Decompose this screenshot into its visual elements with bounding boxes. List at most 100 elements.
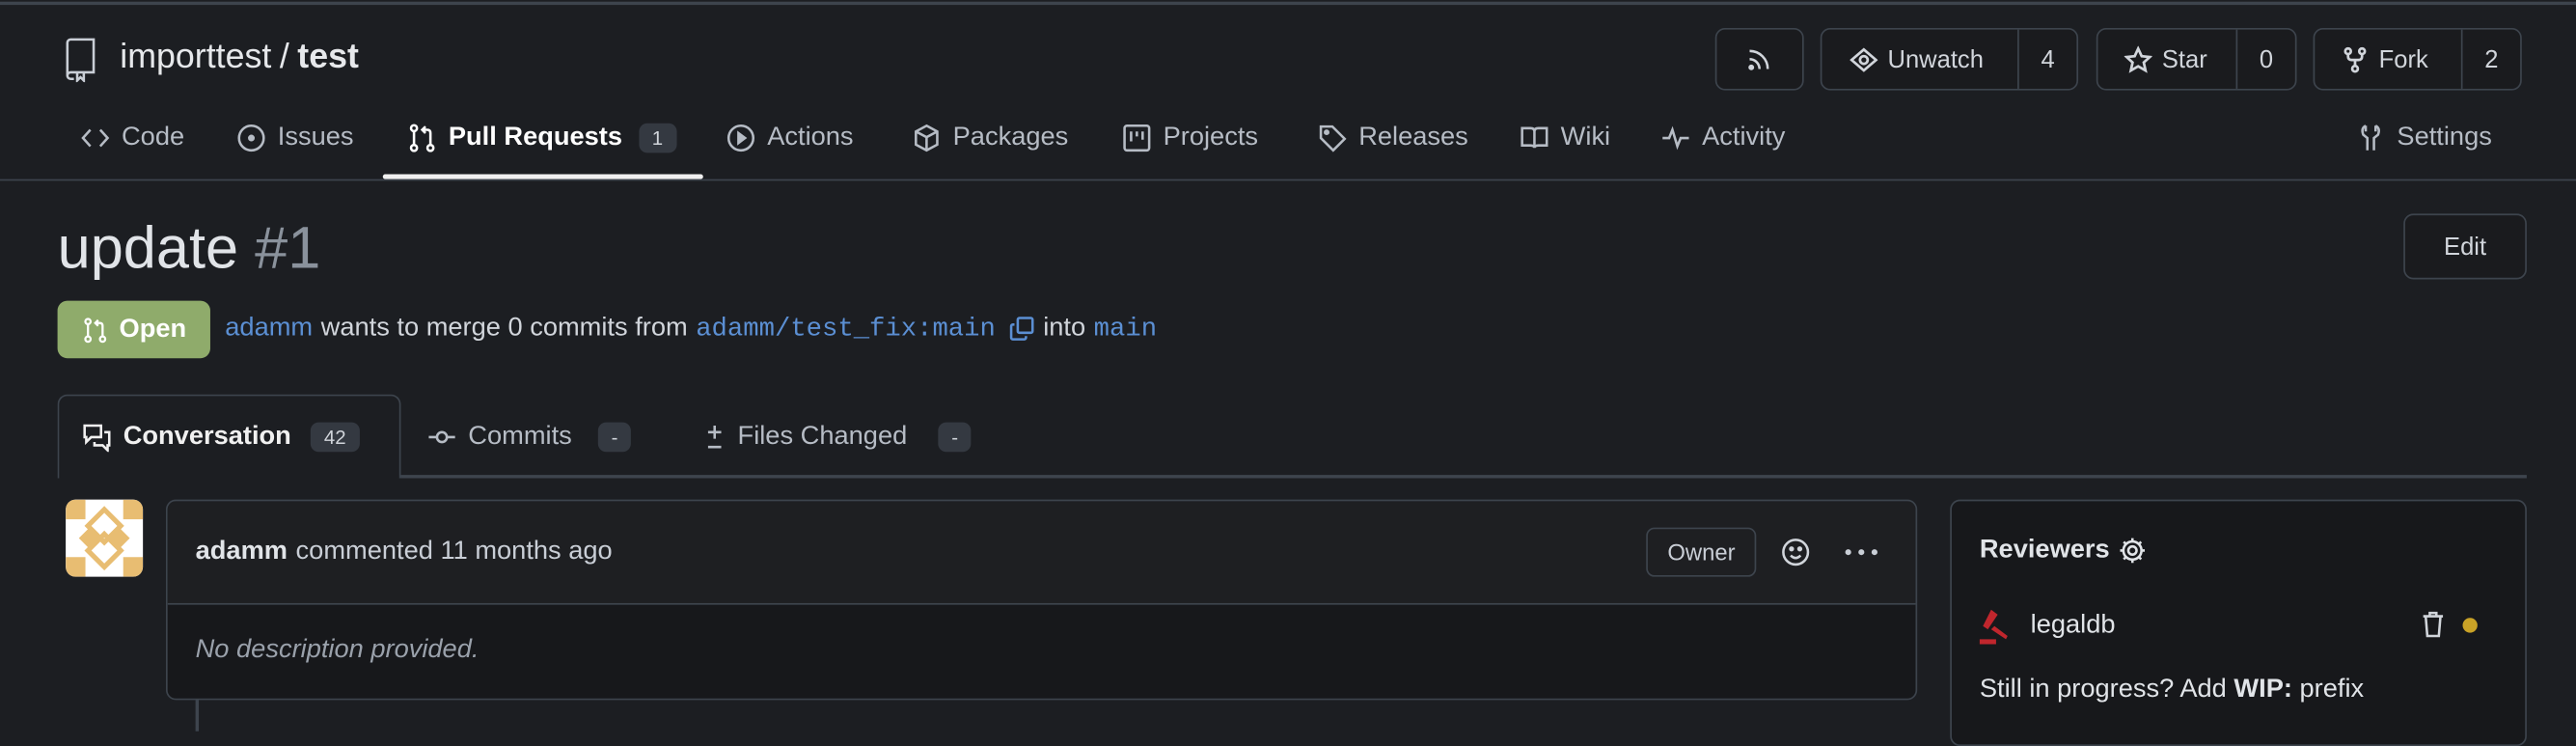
merge-text: wants to merge 0 commits from bbox=[320, 314, 688, 343]
watch-count[interactable]: 4 bbox=[2017, 29, 2076, 89]
pull-request-icon bbox=[83, 317, 106, 343]
tab-commits[interactable]: Commits - bbox=[427, 418, 632, 457]
nav-issues[interactable]: Issues bbox=[236, 119, 354, 158]
commit-icon bbox=[428, 430, 455, 444]
nav-projects[interactable]: Projects bbox=[1122, 119, 1258, 158]
unwatch-button[interactable]: Unwatch bbox=[1822, 30, 2017, 89]
fork-button-group: Fork 2 bbox=[2313, 27, 2522, 91]
gear-icon[interactable] bbox=[2118, 536, 2148, 566]
repo-title: importtest / test bbox=[120, 38, 359, 77]
base-branch-link[interactable]: main bbox=[1094, 314, 1157, 344]
fork-label: Fork bbox=[2378, 44, 2428, 73]
fork-icon bbox=[2343, 46, 2367, 72]
eye-icon bbox=[1850, 46, 1878, 71]
pr-number: #1 bbox=[255, 213, 321, 282]
tag-icon bbox=[1319, 124, 1347, 152]
repo-separator: / bbox=[279, 38, 289, 76]
nav-pull-requests-label: Pull Requests bbox=[448, 123, 623, 152]
wip-suffix: prefix bbox=[2299, 675, 2365, 704]
header-divider bbox=[0, 179, 2576, 181]
unwatch-label: Unwatch bbox=[1887, 44, 1984, 73]
edit-label: Edit bbox=[2444, 232, 2487, 261]
wip-keyword: WIP: bbox=[2233, 675, 2292, 704]
star-count[interactable]: 0 bbox=[2235, 29, 2295, 89]
reviewer-avatar-icon bbox=[1979, 609, 2008, 645]
wrench-icon bbox=[2361, 124, 2380, 151]
tab-conversation-label: Conversation bbox=[123, 422, 291, 451]
tab-files-changed[interactable]: Files Changed - bbox=[703, 418, 972, 457]
nav-projects-label: Projects bbox=[1163, 123, 1259, 152]
nav-settings-label: Settings bbox=[2397, 123, 2492, 152]
review-pending-dot bbox=[2462, 618, 2478, 633]
nav-pull-requests[interactable]: Pull Requests 1 bbox=[407, 119, 676, 158]
timeline-line bbox=[195, 698, 200, 732]
pull-requests-count: 1 bbox=[639, 123, 676, 153]
tab-files-label: Files Changed bbox=[737, 422, 908, 451]
repo-name-link[interactable]: test bbox=[297, 38, 359, 77]
rss-button[interactable] bbox=[1714, 27, 1804, 91]
nav-packages-label: Packages bbox=[952, 123, 1069, 152]
comment-discussion-icon bbox=[83, 424, 111, 453]
wip-hint: Still in progress? Add WIP: prefix bbox=[1980, 676, 2364, 705]
conversation-count: 42 bbox=[311, 422, 360, 453]
nav-actions-label: Actions bbox=[767, 123, 854, 152]
star-button-group: Star 0 bbox=[2096, 27, 2297, 91]
diff-icon bbox=[707, 426, 722, 449]
tab-conversation[interactable]: Conversation 42 bbox=[82, 418, 360, 457]
repo-icon bbox=[63, 36, 98, 90]
wip-text: Still in progress? Add bbox=[1979, 675, 2227, 704]
head-branch-link[interactable]: adamm/test_fix:main bbox=[696, 314, 996, 344]
comment-box: adamm commented 11 months ago Owner No d… bbox=[165, 499, 1918, 701]
pull-request-icon bbox=[409, 124, 435, 152]
nav-releases[interactable]: Releases bbox=[1318, 119, 1468, 158]
sidebar-panel: Reviewers legaldb Still in progress? Add… bbox=[1950, 499, 2527, 746]
page: importtest / test Unwatch 4 Star 0 Fork … bbox=[0, 0, 2576, 746]
nav-activity[interactable]: Activity bbox=[1661, 119, 1786, 158]
trash-icon[interactable] bbox=[2420, 610, 2446, 640]
repo-owner-link[interactable]: importtest bbox=[120, 38, 271, 77]
reviewer-name-link[interactable]: legaldb bbox=[2031, 611, 2116, 641]
star-button[interactable]: Star bbox=[2097, 30, 2235, 89]
comment-header: adamm commented 11 months ago Owner bbox=[167, 501, 1916, 605]
book-icon bbox=[1521, 126, 1548, 149]
avatar[interactable] bbox=[66, 499, 144, 577]
nav-packages[interactable]: Packages bbox=[912, 119, 1068, 158]
comment-body: No description provided. bbox=[195, 635, 480, 664]
pr-state-label: Open bbox=[119, 315, 187, 344]
pr-title: update #1 bbox=[58, 213, 321, 283]
copy-icon[interactable] bbox=[1008, 316, 1034, 342]
more-options-icon[interactable] bbox=[1844, 538, 1879, 567]
into-text: into bbox=[1043, 314, 1086, 343]
tab-commits-label: Commits bbox=[468, 422, 572, 451]
nav-issues-label: Issues bbox=[277, 123, 354, 152]
fork-count[interactable]: 2 bbox=[2460, 29, 2520, 89]
project-icon bbox=[1123, 124, 1151, 152]
watch-button-group: Unwatch 4 bbox=[1820, 27, 2079, 91]
top-border bbox=[0, 1, 2576, 6]
rss-icon bbox=[1748, 49, 1769, 70]
comment-timestamp[interactable]: commented 11 months ago bbox=[296, 538, 613, 567]
nav-wiki-label: Wiki bbox=[1560, 123, 1611, 152]
pr-author-link[interactable]: adamm bbox=[225, 314, 313, 344]
tabs-divider bbox=[400, 475, 2527, 479]
add-reaction-icon[interactable] bbox=[1781, 538, 1811, 567]
fork-button[interactable]: Fork bbox=[2315, 30, 2461, 89]
nav-settings[interactable]: Settings bbox=[2356, 119, 2492, 158]
nav-wiki[interactable]: Wiki bbox=[1520, 119, 1610, 158]
nav-code-label: Code bbox=[122, 123, 185, 152]
code-icon bbox=[81, 128, 110, 148]
star-label: Star bbox=[2161, 44, 2207, 73]
issue-icon bbox=[237, 124, 265, 152]
reviewers-heading[interactable]: Reviewers bbox=[1980, 536, 2148, 566]
pr-summary: adamm wants to merge 0 commits from adam… bbox=[225, 314, 1157, 344]
nav-actions[interactable]: Actions bbox=[726, 119, 854, 158]
files-count: - bbox=[938, 422, 972, 453]
edit-button[interactable]: Edit bbox=[2403, 213, 2527, 280]
pr-title-text: update bbox=[57, 213, 239, 282]
owner-badge: Owner bbox=[1646, 527, 1757, 577]
star-icon bbox=[2124, 44, 2152, 72]
nav-code[interactable]: Code bbox=[80, 119, 184, 158]
nav-activity-label: Activity bbox=[1702, 123, 1786, 152]
comment-author-link[interactable]: adamm bbox=[196, 538, 288, 567]
reviewers-title: Reviewers bbox=[1979, 536, 2110, 565]
